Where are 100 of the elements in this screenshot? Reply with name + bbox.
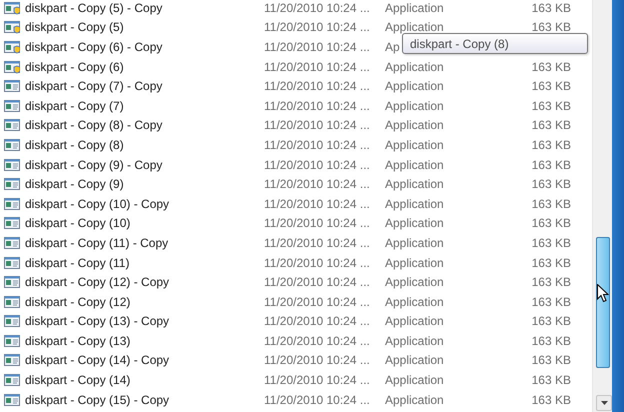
app-icon [4,352,20,368]
file-size: 163 KB [530,236,571,250]
app-icon [4,392,20,408]
app-icon [4,117,20,134]
file-name[interactable]: diskpart - Copy (9) [25,177,264,192]
file-name[interactable]: diskpart - Copy (15) - Copy [25,392,264,407]
file-type: Application [385,60,444,74]
down-caret-icon [600,401,608,405]
file-size: 163 KB [530,373,571,388]
app-icon [4,313,20,330]
app-icon [4,254,20,271]
file-size: 163 KB [530,118,571,132]
date-modified: 11/20/2010 10:24 ... [264,314,371,328]
date-modified: 11/20/2010 10:24 ... [264,40,371,54]
scroll-down-button[interactable] [596,395,612,411]
app-icon [4,196,20,212]
file-name[interactable]: diskpart - Copy (14) - Copy [25,353,264,368]
file-name[interactable]: diskpart - Copy (8) - Copy [25,118,264,132]
date-modified: 11/20/2010 10:24 ... [264,98,371,113]
file-type: Application [385,158,444,172]
file-size: 163 KB [530,314,571,328]
date-modified: 11/20/2010 10:24 ... [264,236,371,250]
app-icon [4,78,20,94]
date-modified: 11/20/2010 10:24 ... [264,79,371,94]
file-type: Ap [385,40,400,54]
file-name[interactable]: diskpart - Copy (6) [25,60,264,74]
file-name[interactable]: diskpart - Copy (14) [25,373,264,388]
file-type: Application [385,177,444,192]
app-icon [4,176,20,192]
file-type: Application [385,353,444,368]
scrollbar-track[interactable] [592,0,612,412]
file-type: Application [385,236,444,250]
scrollbar-thumb[interactable] [596,237,610,368]
date-modified: 11/20/2010 10:24 ... [264,138,371,152]
app-icon [4,294,20,310]
app-icon [4,372,20,388]
file-size: 163 KB [530,294,571,309]
file-name[interactable]: diskpart - Copy (12) - Copy [25,275,264,290]
file-name[interactable]: diskpart - Copy (11) - Copy [25,236,264,250]
file-type: Application [385,392,444,407]
app-icon [4,156,20,173]
file-size: 163 KB [530,158,571,172]
app-icon [4,332,20,349]
date-modified: 11/20/2010 10:24 ... [264,275,371,290]
app-icon [4,234,20,251]
file-type: Application [385,0,444,15]
file-size: 163 KB [530,177,571,192]
date-modified: 11/20/2010 10:24 ... [264,20,371,34]
file-type: Application [385,79,444,94]
file-name[interactable]: diskpart - Copy (13) - Copy [25,314,264,328]
file-name[interactable]: diskpart - Copy (12) [25,294,264,309]
file-size: 163 KB [530,20,571,34]
file-type: Application [385,373,444,388]
file-name[interactable]: diskpart - Copy (10) [25,216,264,230]
app-shield-icon [4,0,20,16]
file-name[interactable]: diskpart - Copy (13) [25,334,264,348]
app-shield-icon [4,58,20,75]
file-size: 163 KB [530,98,571,113]
file-size: 163 KB [530,196,571,211]
file-size: 163 KB [530,138,571,152]
file-name[interactable]: diskpart - Copy (11) [25,256,264,270]
file-type: Application [385,196,444,211]
file-size: 163 KB [530,334,571,348]
date-modified: 11/20/2010 10:24 ... [264,334,371,348]
file-type: Application [385,216,444,230]
date-modified: 11/20/2010 10:24 ... [264,392,371,407]
file-name[interactable]: diskpart - Copy (5) [25,20,264,34]
file-name[interactable]: diskpart - Copy (9) - Copy [25,158,264,172]
file-type: Application [385,98,444,113]
date-modified: 11/20/2010 10:24 ... [264,216,371,230]
date-modified: 11/20/2010 10:24 ... [264,60,371,74]
file-type: Application [385,20,444,34]
file-type: Application [385,275,444,290]
file-type: Application [385,294,444,309]
file-type: Application [385,314,444,328]
file-name[interactable]: diskpart - Copy (5) - Copy [25,0,264,15]
file-name[interactable]: diskpart - Copy (8) [25,138,264,152]
cursor-icon [597,284,610,303]
date-modified: 11/20/2010 10:24 ... [264,196,371,211]
file-size: 163 KB [530,60,571,74]
file-name[interactable]: diskpart - Copy (6) - Copy [25,40,264,54]
file-type: Application [385,334,444,348]
date-modified: 11/20/2010 10:24 ... [264,353,371,368]
app-shield-icon [4,19,20,36]
file-name[interactable]: diskpart - Copy (7) - Copy [25,79,264,94]
file-type: Application [385,256,444,270]
app-icon [4,274,20,290]
file-size: 163 KB [530,79,571,94]
file-size: 163 KB [530,392,571,407]
file-size: 163 KB [530,0,571,15]
file-type: Application [385,138,444,152]
file-size: 163 KB [530,275,571,290]
app-icon [4,215,20,232]
date-modified: 11/20/2010 10:24 ... [264,118,371,132]
file-name[interactable]: diskpart - Copy (7) [25,98,264,113]
file-size: 163 KB [530,216,571,230]
file-name[interactable]: diskpart - Copy (10) - Copy [25,196,264,211]
file-size: 163 KB [530,353,571,368]
file-type: Application [385,118,444,132]
file-size: 163 KB [530,256,571,270]
